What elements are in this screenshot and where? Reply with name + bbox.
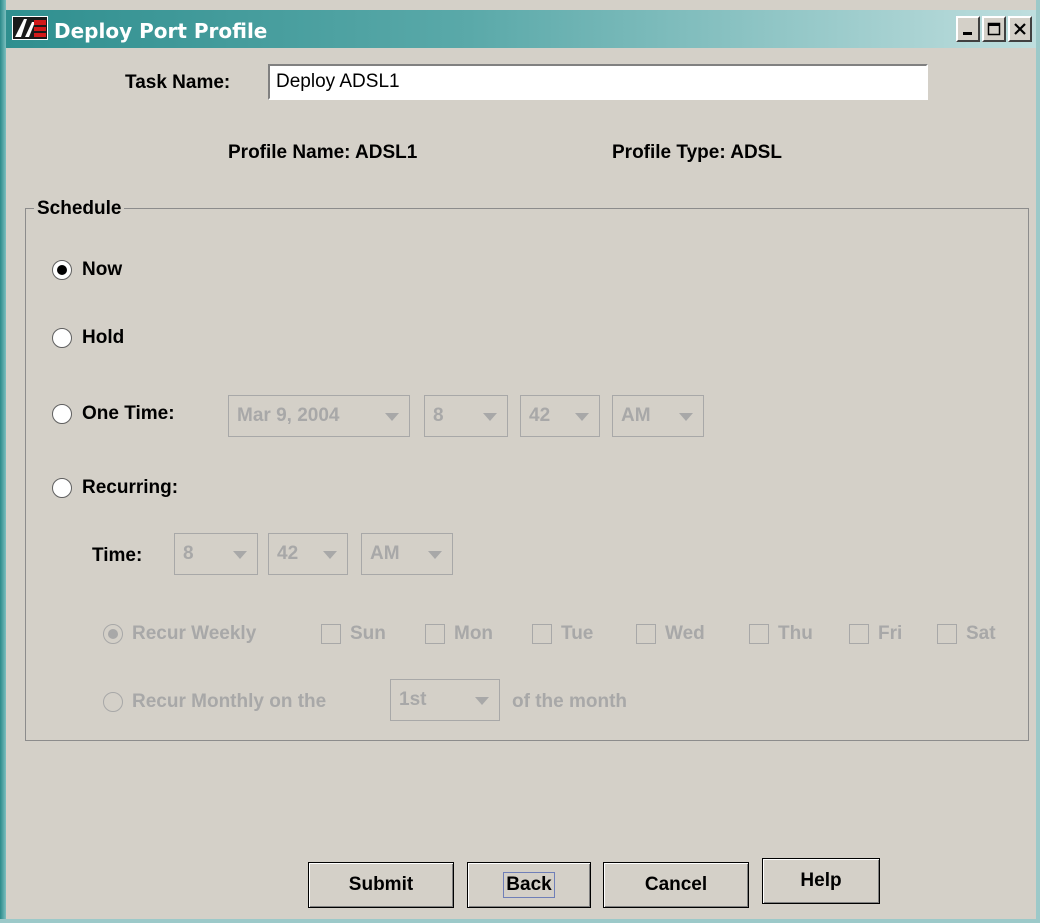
fri-label: Fri	[878, 623, 903, 644]
one-time-hour-value: 8	[433, 405, 444, 426]
one-time-date-value: Mar 9, 2004	[237, 405, 340, 426]
one-time-minute-value: 42	[529, 405, 551, 426]
recurring-ampm-select[interactable]: AM	[361, 533, 453, 575]
schedule-title: Schedule	[34, 198, 125, 220]
chevron-down-icon	[483, 413, 497, 421]
recurring-hour-select[interactable]: 8	[174, 533, 258, 575]
radio-selected-dot	[57, 265, 67, 275]
schedule-group	[25, 208, 1029, 741]
recur-monthly-label: Recur Monthly on the	[132, 691, 327, 712]
sat-checkbox[interactable]	[937, 624, 957, 644]
one-time-minute-select[interactable]: 42	[520, 395, 600, 437]
recur-monthly-day-select[interactable]: 1st	[390, 679, 500, 721]
one-time-radio[interactable]	[52, 404, 72, 424]
recurring-minute-select[interactable]: 42	[268, 533, 348, 575]
chevron-down-icon	[323, 551, 337, 559]
recur-weekly-radio[interactable]	[103, 624, 123, 644]
sat-label: Sat	[966, 623, 996, 644]
sun-checkbox[interactable]	[321, 624, 341, 644]
fri-checkbox[interactable]	[849, 624, 869, 644]
one-time-hour-select[interactable]: 8	[424, 395, 508, 437]
window-left-border	[0, 0, 6, 923]
title-bar[interactable]: Deploy Port Profile	[6, 10, 1036, 48]
now-label: Now	[82, 259, 123, 280]
one-time-ampm-select[interactable]: AM	[612, 395, 704, 437]
sun-label: Sun	[350, 623, 386, 644]
maximize-button[interactable]	[982, 16, 1006, 42]
minimize-button[interactable]	[956, 16, 980, 42]
help-button[interactable]: Help	[762, 858, 880, 904]
recurring-radio[interactable]	[52, 478, 72, 498]
close-icon	[1014, 23, 1026, 35]
wed-label: Wed	[665, 623, 705, 644]
cancel-button[interactable]: Cancel	[603, 862, 749, 908]
recur-monthly-radio[interactable]	[103, 692, 123, 712]
now-radio[interactable]	[52, 260, 72, 280]
chevron-down-icon	[575, 413, 589, 421]
window-title: Deploy Port Profile	[54, 19, 268, 43]
recurring-minute-value: 42	[277, 543, 299, 564]
task-name-input[interactable]	[268, 64, 928, 100]
chevron-down-icon	[475, 697, 489, 705]
recurring-ampm-value: AM	[370, 543, 400, 564]
hold-label: Hold	[82, 327, 125, 348]
recurring-time-label: Time:	[92, 545, 143, 566]
submit-button[interactable]: Submit	[308, 862, 454, 908]
chevron-down-icon	[385, 413, 399, 421]
back-button[interactable]: Back	[467, 862, 591, 908]
recur-weekly-label: Recur Weekly	[132, 623, 257, 644]
tue-checkbox[interactable]	[532, 624, 552, 644]
recur-monthly-day-value: 1st	[399, 689, 427, 710]
hold-radio[interactable]	[52, 328, 72, 348]
thu-label: Thu	[778, 623, 813, 644]
one-time-label: One Time:	[82, 403, 175, 424]
app-logo-icon	[12, 16, 48, 40]
task-name-label: Task Name:	[125, 72, 231, 93]
profile-name-text: Profile Name: ADSL1	[228, 142, 418, 163]
thu-checkbox[interactable]	[749, 624, 769, 644]
radio-selected-dot	[108, 629, 118, 639]
title-bar-controls	[956, 16, 1032, 42]
maximize-icon	[987, 22, 1001, 36]
profile-type-text: Profile Type: ADSL	[612, 142, 782, 163]
mon-label: Mon	[454, 623, 494, 644]
chevron-down-icon	[233, 551, 247, 559]
mon-checkbox[interactable]	[425, 624, 445, 644]
chevron-down-icon	[679, 413, 693, 421]
one-time-ampm-value: AM	[621, 405, 651, 426]
wed-checkbox[interactable]	[636, 624, 656, 644]
one-time-date-select[interactable]: Mar 9, 2004	[228, 395, 410, 437]
window-right-border	[1036, 0, 1040, 923]
recurring-hour-value: 8	[183, 543, 194, 564]
window-bottom-border	[0, 919, 1040, 923]
back-label: Back	[503, 872, 555, 898]
recur-monthly-suffix: of the month	[512, 691, 628, 712]
recurring-label: Recurring:	[82, 477, 179, 498]
chevron-down-icon	[428, 551, 442, 559]
close-button[interactable]	[1008, 16, 1032, 42]
tue-label: Tue	[561, 623, 594, 644]
minimize-icon	[963, 32, 972, 35]
deploy-port-profile-window: Deploy Port Profile Task Name: Profile N…	[0, 0, 1040, 923]
